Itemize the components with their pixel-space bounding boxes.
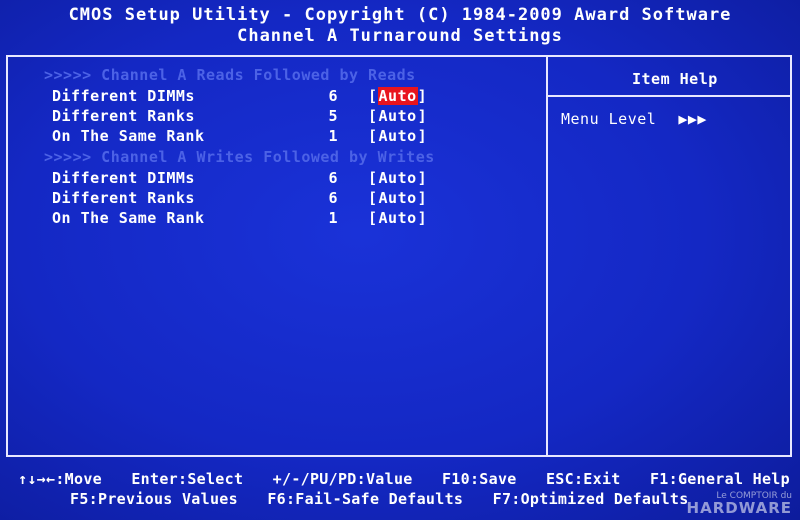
key-hint-move: ↑↓→←:Move [18,470,102,488]
utility-title: CMOS Setup Utility - Copyright (C) 1984-… [68,5,732,25]
item-help-title: Item Help [632,70,718,88]
menu-level-label: Menu Level [561,110,657,128]
setting-row-writes-different-dimms[interactable]: Different DIMMs 6 [Auto] [52,169,452,189]
setting-label: Different Ranks [52,189,195,207]
setting-current-number: 1 [328,209,338,227]
setting-row-writes-same-rank[interactable]: On The Same Rank 1 [Auto] [52,209,452,229]
key-hint-exit: ESC:Exit [545,470,621,488]
setting-row-writes-different-ranks[interactable]: Different Ranks 6 [Auto] [52,189,452,209]
panel-divider [546,57,548,455]
setting-current-number: 6 [328,189,338,207]
setting-value[interactable]: [Auto] [368,209,427,227]
footer-keys-line2: F5:Previous Values F6:Fail-Safe Defaults… [70,490,689,508]
setting-value-text: Auto [378,107,417,125]
key-hint-value: +/-/PU/PD:Value [272,470,413,488]
setting-current-number: 1 [328,127,338,145]
menu-level-arrows-icon: ▶▶▶ [678,110,707,128]
setting-current-number: 6 [328,87,338,105]
setting-value[interactable]: [Auto] [368,107,427,125]
setting-current-number: 6 [328,169,338,187]
setting-current-number: 5 [328,107,338,125]
setting-value[interactable]: [Auto] [368,87,427,105]
key-hint-previous-values: F5:Previous Values [70,490,238,508]
section-header-writes: >>>>> Channel A Writes Followed by Write… [44,148,435,166]
setting-value-text: Auto [378,127,417,145]
setting-value[interactable]: [Auto] [368,169,427,187]
setting-value-text: Auto [378,169,417,187]
setting-label: Different Ranks [52,107,195,125]
help-title-divider [548,95,792,97]
setting-value-text: Auto [377,87,418,105]
setting-value[interactable]: [Auto] [368,189,427,207]
setting-value-text: Auto [378,189,417,207]
setting-row-reads-different-ranks[interactable]: Different Ranks 5 [Auto] [52,107,452,127]
setting-value[interactable]: [Auto] [368,127,427,145]
key-hint-select: Enter:Select [131,470,244,488]
setting-label: Different DIMMs [52,87,195,105]
setting-row-reads-different-dimms[interactable]: Different DIMMs 6 [Auto] [52,87,452,107]
page-title: Channel A Turnaround Settings [237,26,563,46]
setting-label: On The Same Rank [52,209,205,227]
setting-row-reads-same-rank[interactable]: On The Same Rank 1 [Auto] [52,127,452,147]
setting-value-text: Auto [378,209,417,227]
key-hint-optimized-defaults: F7:Optimized Defaults [492,490,689,508]
key-hint-general-help: F1:General Help [649,470,790,488]
bios-screen: CMOS Setup Utility - Copyright (C) 1984-… [0,0,800,520]
key-hint-fail-safe-defaults: F6:Fail-Safe Defaults [267,490,464,508]
key-hint-save: F10:Save [441,470,517,488]
watermark-big-text: HARDWARE [686,499,792,517]
setting-label: Different DIMMs [52,169,195,187]
watermark-logo: Le COMPTOIR du HARDWARE [687,492,792,516]
footer-keys-line1: ↑↓→←:Move Enter:Select +/-/PU/PD:Value F… [18,470,790,488]
setting-label: On The Same Rank [52,127,205,145]
menu-level-indicator: Menu Level ▶▶▶ [561,110,707,128]
section-header-reads: >>>>> Channel A Reads Followed by Reads [44,66,416,84]
